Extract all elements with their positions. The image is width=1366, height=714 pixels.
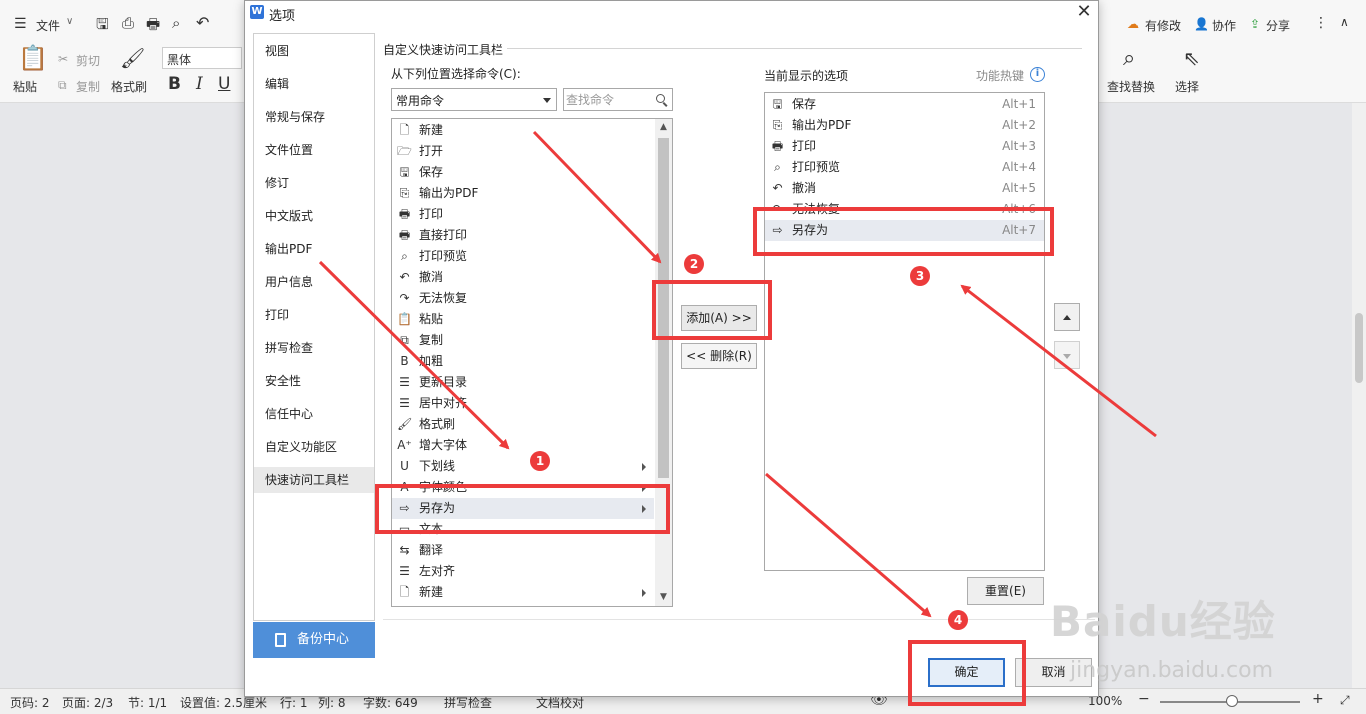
annotation-box-add xyxy=(652,280,772,340)
annotation-box-save-as xyxy=(375,484,670,534)
annotation-box-current-save-as xyxy=(753,207,1054,256)
annotation-arrow-4 xyxy=(765,472,932,618)
annotation-arrow-2 xyxy=(532,130,662,264)
annotation-badge-1: 1 xyxy=(530,451,550,471)
annotation-box-ok xyxy=(908,640,1026,706)
annotation-badge-2: 2 xyxy=(684,254,704,274)
annotation-arrows xyxy=(318,130,1157,618)
annotation-badge-3: 3 xyxy=(910,266,930,286)
annotation-arrow-3 xyxy=(960,284,1157,438)
annotation-badge-4: 4 xyxy=(948,610,968,630)
annotation-arrow-1 xyxy=(318,260,510,450)
